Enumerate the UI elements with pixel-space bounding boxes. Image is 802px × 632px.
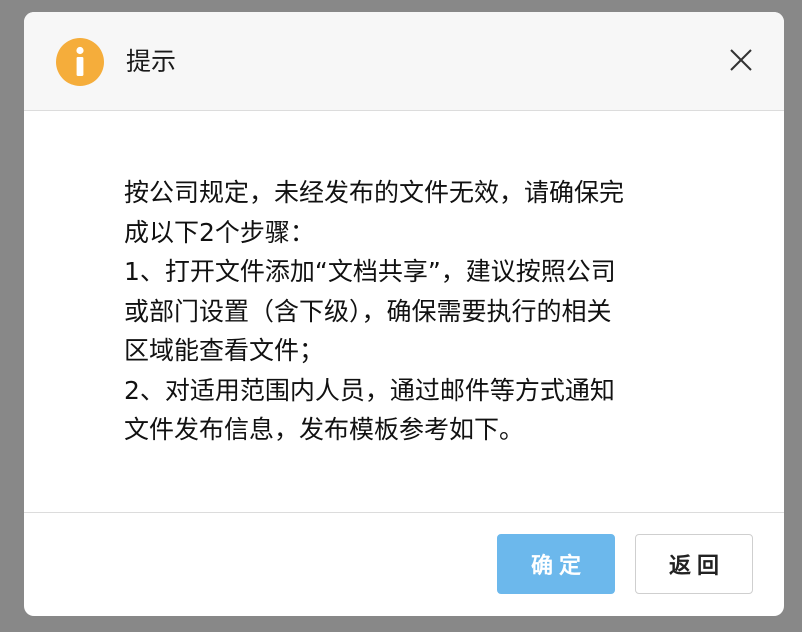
notice-dialog: 提示 按公司规定，未经发布的文件无效，请确保完 成以下2个步骤： 1、打开文件添… bbox=[24, 12, 784, 616]
close-icon[interactable] bbox=[726, 45, 756, 75]
message-line: 按公司规定，未经发布的文件无效，请确保完 bbox=[124, 178, 625, 207]
confirm-button[interactable]: 确定 bbox=[497, 534, 615, 594]
back-button[interactable]: 返回 bbox=[635, 534, 753, 594]
message-line: 2、对适用范围内人员，通过邮件等方式通知 bbox=[124, 375, 615, 405]
dialog-message: 按公司规定，未经发布的文件无效，请确保完 成以下2个步骤： 1、打开文件添加“文… bbox=[124, 173, 694, 450]
message-line: 或部门设置（含下级），确保需要执行的相关 bbox=[124, 296, 612, 326]
message-line: 区域能查看文件； bbox=[124, 336, 325, 365]
dialog-title: 提示 bbox=[126, 47, 177, 76]
message-line: 成以下2个步骤： bbox=[124, 217, 315, 247]
dialog-body: 按公司规定，未经发布的文件无效，请确保完 成以下2个步骤： 1、打开文件添加“文… bbox=[24, 111, 784, 512]
message-line: 文件发布信息，发布模板参考如下。 bbox=[124, 415, 525, 444]
info-icon bbox=[56, 38, 104, 86]
message-line: 1、打开文件添加“文档共享”，建议按照公司 bbox=[124, 257, 616, 286]
dialog-footer: 确定 返回 bbox=[24, 512, 784, 616]
dialog-header: 提示 bbox=[24, 12, 784, 111]
